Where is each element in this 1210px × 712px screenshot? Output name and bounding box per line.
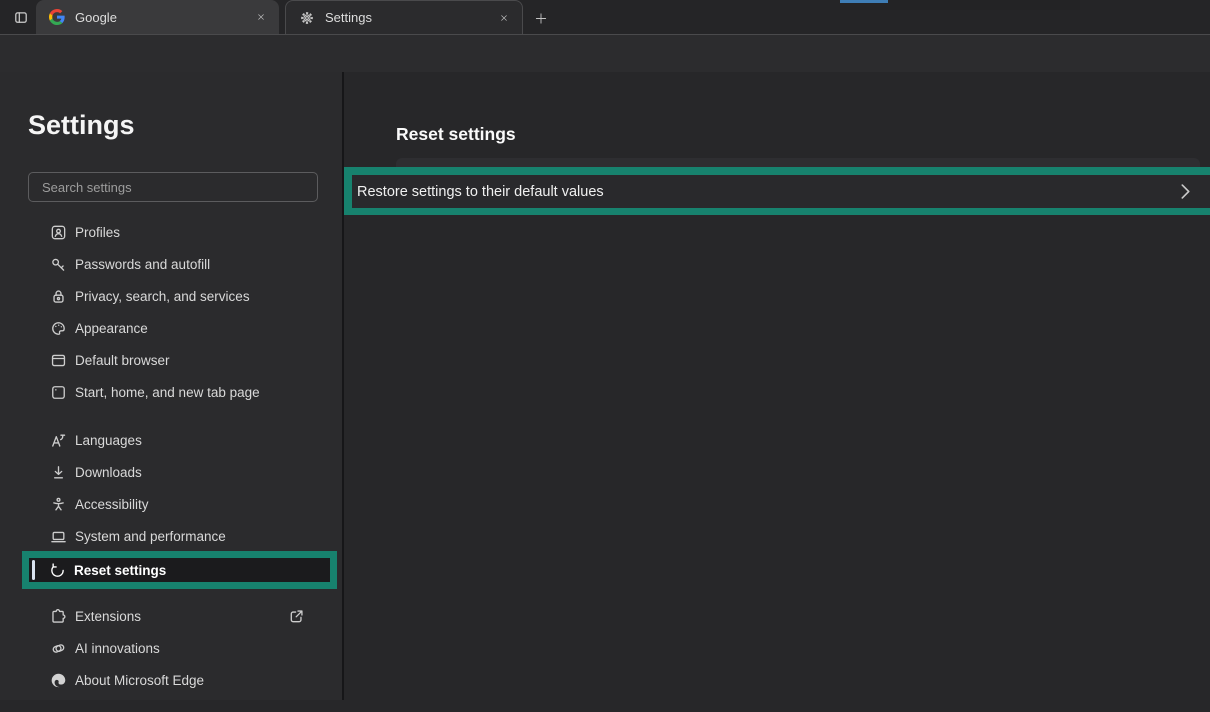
annotation-highlight-main: Restore settings to their default values	[344, 167, 1210, 215]
tab-actions-button[interactable]	[7, 4, 35, 31]
languages-icon	[50, 432, 67, 449]
sidebar-item-extensions[interactable]: Extensions	[0, 600, 342, 632]
browser-window-icon	[50, 352, 67, 369]
chevron-right-icon	[1181, 184, 1190, 199]
sidebar-item-label: Reset settings	[74, 563, 166, 578]
new-tab-page-icon	[50, 384, 67, 401]
tab-title: Settings	[325, 10, 372, 25]
sidebar-item-about[interactable]: About Microsoft Edge	[0, 664, 342, 696]
restore-defaults-label: Restore settings to their default values	[357, 184, 604, 200]
browser-toolbar: edge://settings/reset	[0, 35, 1210, 72]
reset-icon	[49, 562, 66, 579]
settings-content: Reset settings Restore settings to their…	[344, 72, 1210, 700]
sidebar-title: Settings	[28, 110, 135, 141]
new-tab-button[interactable]	[529, 6, 553, 30]
selected-indicator	[32, 560, 35, 580]
accessibility-icon	[50, 496, 67, 513]
sidebar-item-label: Default browser	[75, 353, 170, 368]
sidebar-item-label: Privacy, search, and services	[75, 289, 250, 304]
puzzle-icon	[50, 608, 67, 625]
tab-close-button[interactable]	[252, 8, 270, 26]
sidebar-item-privacy[interactable]: Privacy, search, and services	[0, 280, 342, 312]
sidebar-item-ai-innovations[interactable]: AI innovations	[0, 632, 342, 664]
external-link-icon	[288, 608, 305, 625]
plus-icon	[535, 11, 547, 26]
sidebar-item-languages[interactable]: Languages	[0, 424, 342, 456]
settings-nav: Profiles Passwords and autofill Privacy,…	[0, 216, 342, 712]
laptop-icon	[50, 528, 67, 545]
key-icon	[50, 256, 67, 273]
sidebar-item-profiles[interactable]: Profiles	[0, 216, 342, 248]
annotation-highlight-sidebar: Reset settings	[22, 551, 337, 589]
sidebar-item-passwords[interactable]: Passwords and autofill	[0, 248, 342, 280]
nav-group-3: Extensions AI innovations	[0, 600, 342, 696]
tab-close-button[interactable]	[495, 9, 513, 27]
sidebar-item-label: Profiles	[75, 225, 120, 240]
restore-defaults-row[interactable]: Restore settings to their default values	[352, 175, 1210, 208]
sidebar-item-label: System and performance	[75, 529, 226, 544]
sidebar-item-label: Languages	[75, 433, 142, 448]
settings-page: Settings Profiles Passwords and autofill	[0, 72, 1210, 700]
sidebar-item-label: AI innovations	[75, 641, 160, 656]
sidebar-item-label: Downloads	[75, 465, 142, 480]
top-accent-bar	[840, 0, 888, 3]
close-icon	[258, 12, 264, 22]
sidebar-item-reset-settings[interactable]: Reset settings	[29, 558, 330, 582]
tab-strip: Google Settings	[0, 0, 1210, 35]
sidebar-item-appearance[interactable]: Appearance	[0, 312, 342, 344]
sidebar-item-system[interactable]: System and performance	[0, 520, 342, 552]
tab-title: Google	[75, 10, 117, 25]
download-icon	[50, 464, 67, 481]
sidebar-item-start-home[interactable]: Start, home, and new tab page	[0, 376, 342, 408]
settings-sidebar: Settings Profiles Passwords and autofill	[0, 72, 344, 700]
palette-icon	[50, 320, 67, 337]
sidebar-item-default-browser[interactable]: Default browser	[0, 344, 342, 376]
sidebar-item-accessibility[interactable]: Accessibility	[0, 488, 342, 520]
sidebar-item-downloads[interactable]: Downloads	[0, 456, 342, 488]
tab-settings[interactable]: Settings	[285, 0, 523, 34]
close-icon	[501, 13, 507, 23]
edge-logo-icon	[50, 672, 67, 689]
sidebar-item-label: Extensions	[75, 609, 141, 624]
sidebar-item-label: Start, home, and new tab page	[75, 385, 260, 400]
tab-actions-icon	[13, 9, 29, 26]
sidebar-item-label: Accessibility	[75, 497, 149, 512]
sidebar-item-label: Appearance	[75, 321, 148, 336]
lock-icon	[50, 288, 67, 305]
edge-browser-window: { "browser": { "tabs": [ { "title": "Goo…	[0, 0, 1210, 700]
google-favicon-icon	[49, 9, 65, 25]
tab-google[interactable]: Google	[36, 0, 279, 34]
search-settings-input[interactable]	[28, 172, 318, 202]
page-title: Reset settings	[396, 124, 516, 145]
gear-icon	[299, 10, 315, 26]
sidebar-item-label: About Microsoft Edge	[75, 673, 204, 688]
ai-copilot-icon	[50, 640, 67, 657]
sidebar-item-label: Passwords and autofill	[75, 257, 210, 272]
nav-group-1: Profiles Passwords and autofill Privacy,…	[0, 216, 342, 408]
profiles-icon	[50, 224, 67, 241]
